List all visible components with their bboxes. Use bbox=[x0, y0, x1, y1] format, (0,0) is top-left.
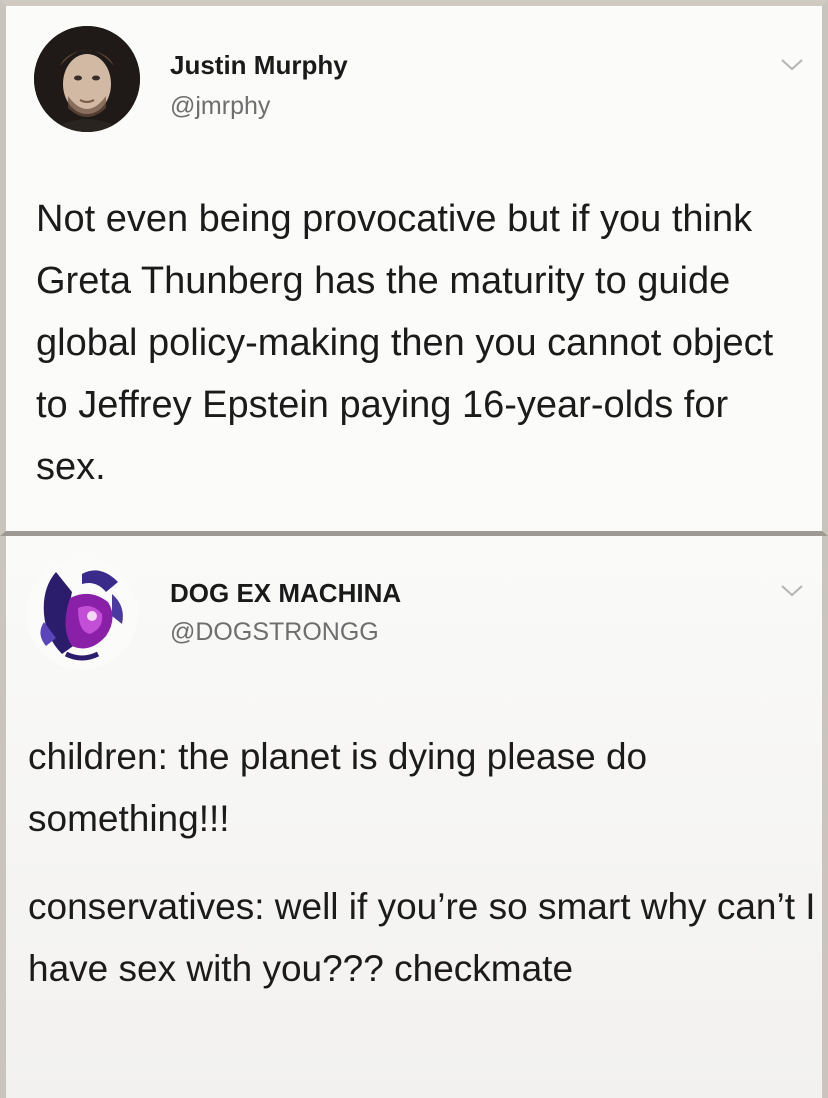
username-handle[interactable]: @jmrphy bbox=[170, 92, 270, 121]
person-avatar-icon bbox=[34, 26, 140, 132]
username-handle[interactable]: @DOGSTRONGG bbox=[170, 618, 379, 647]
chevron-down-icon[interactable] bbox=[780, 584, 804, 603]
dog-avatar-icon bbox=[40, 570, 123, 661]
tweet-text: Not even being provocative but if you th… bbox=[36, 198, 774, 488]
tweet-card-2: DOG EX MACHINA @DOGSTRONGG children: the… bbox=[0, 536, 828, 1098]
profile-avatar[interactable] bbox=[26, 558, 138, 670]
tweet-text-paragraph: children: the planet is dying please do … bbox=[28, 736, 648, 839]
display-name[interactable]: DOG EX MACHINA bbox=[170, 578, 401, 609]
display-name[interactable]: Justin Murphy bbox=[170, 50, 348, 81]
profile-avatar[interactable] bbox=[34, 26, 140, 132]
tweet-card-1: Justin Murphy @jmrphy Not even being pro… bbox=[0, 0, 828, 536]
chevron-down-icon[interactable] bbox=[780, 58, 804, 77]
tweet-text-paragraph: conservatives: well if you’re so smart w… bbox=[28, 886, 816, 989]
